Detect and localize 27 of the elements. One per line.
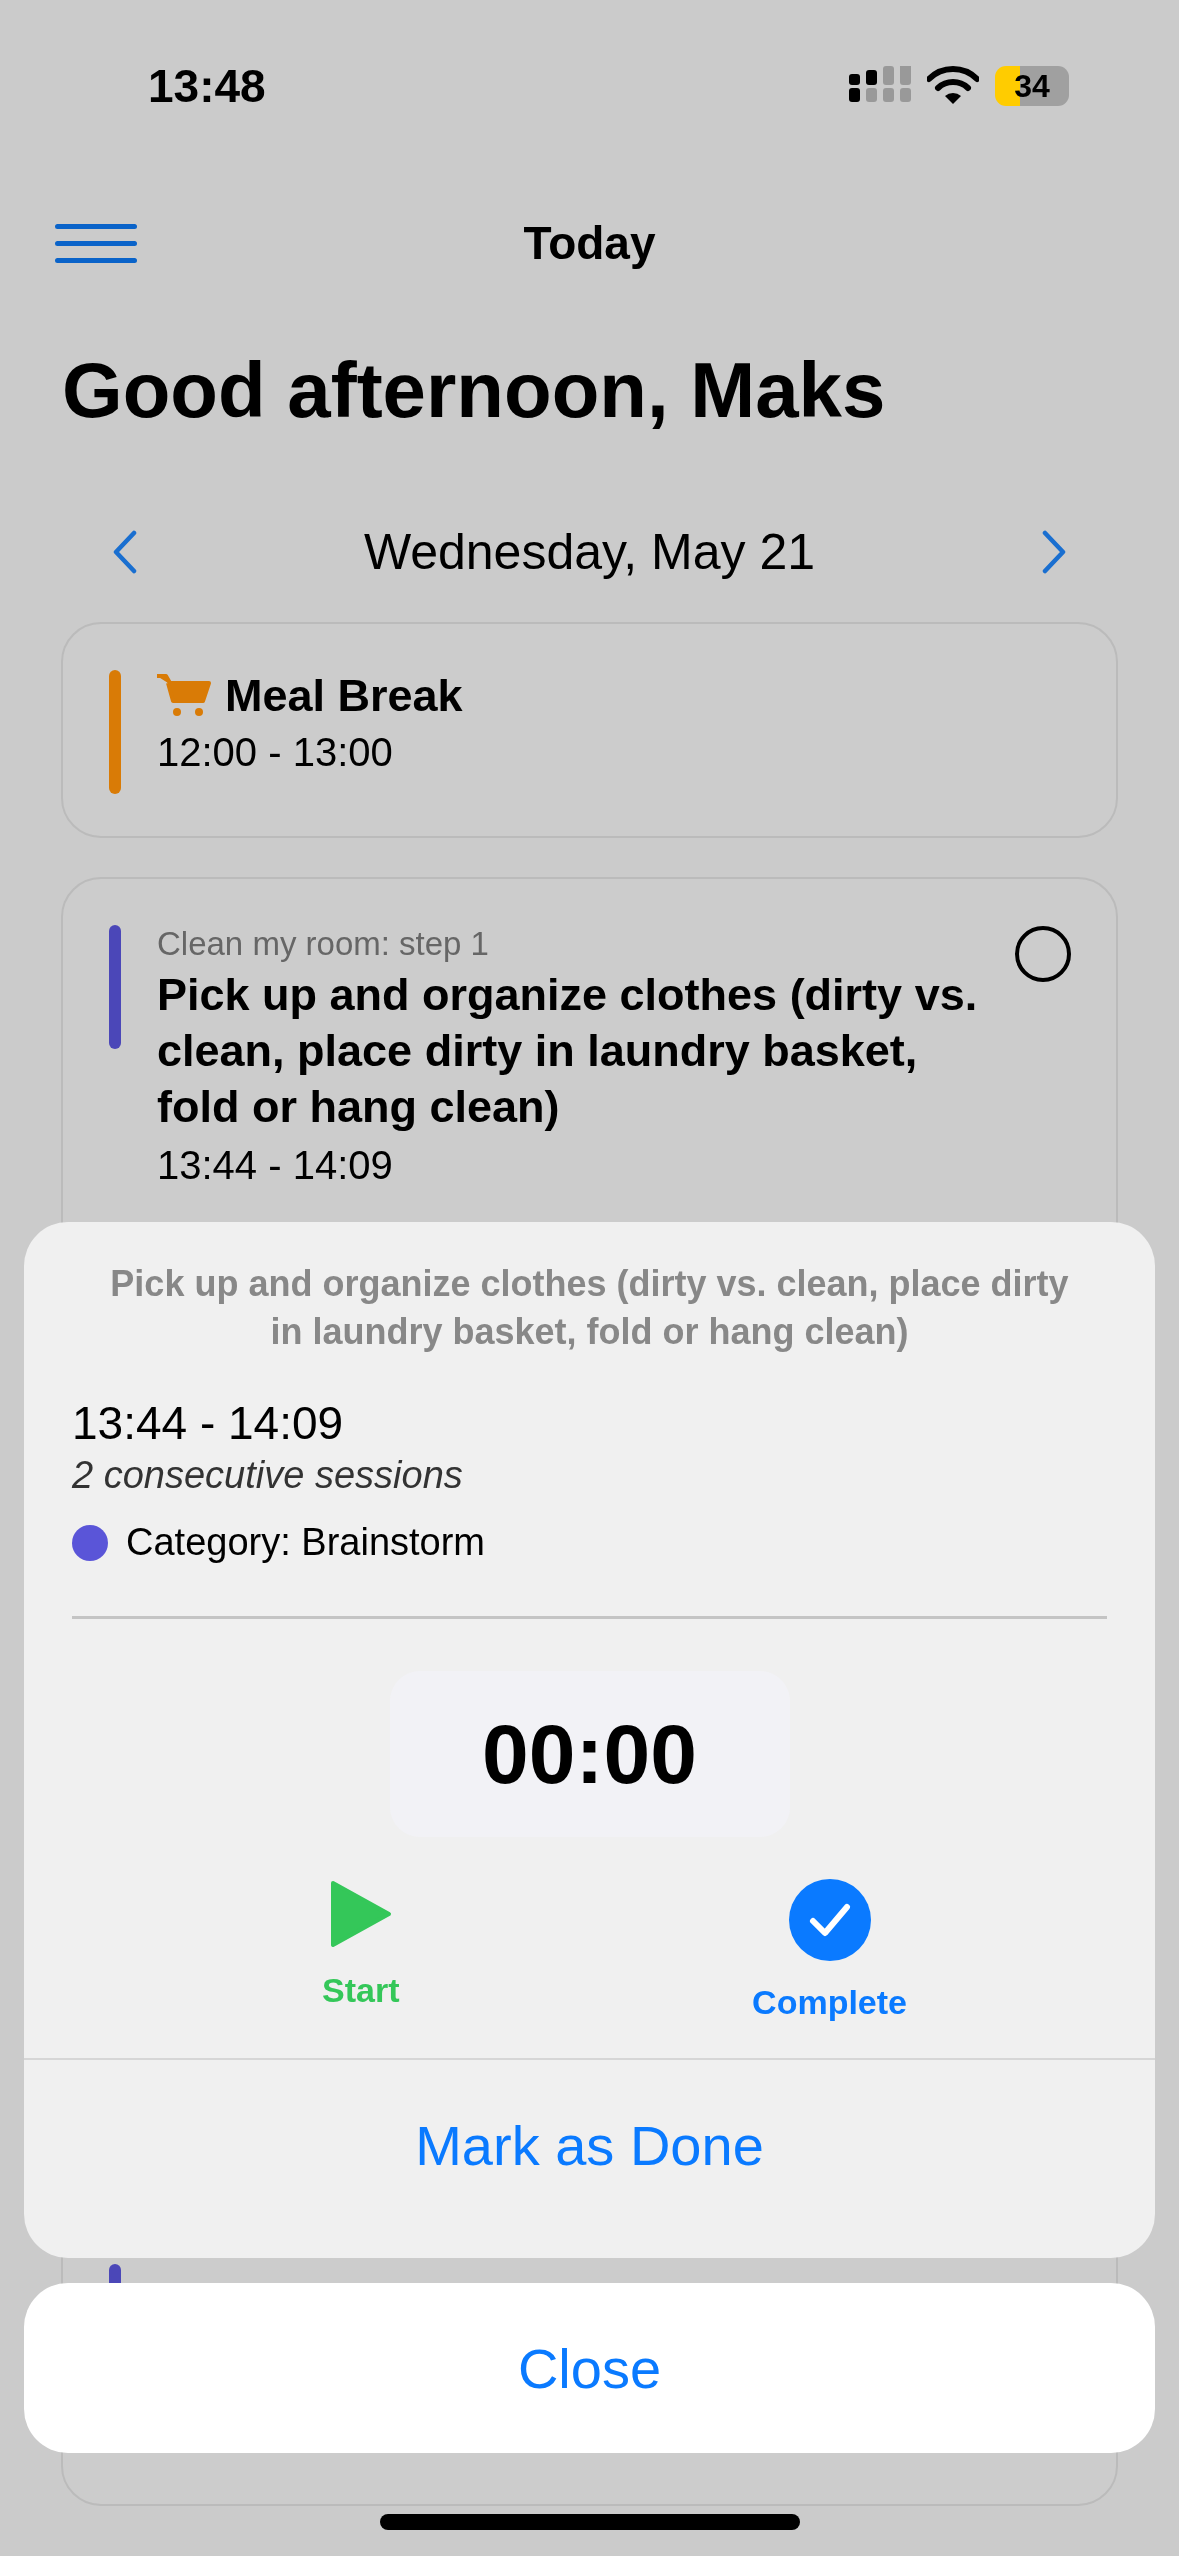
sessions-note: 2 consecutive sessions (72, 1454, 464, 1497)
mark-done-button[interactable]: Mark as Done (72, 2060, 1107, 2230)
chevron-left-icon[interactable] (112, 530, 138, 574)
card-title: Meal Break (225, 670, 463, 722)
time-range: 13:44 - 14:09 (157, 1143, 394, 1188)
date-label: Wednesday, May 21 (363, 523, 816, 581)
checkbox-circle[interactable] (1014, 925, 1072, 983)
schedule-card[interactable]: Meal Break 12:00 - 13:00 (61, 622, 1118, 838)
status-time: 13:48 (148, 59, 266, 113)
category-label: Category: Brainstorm (126, 1521, 485, 1564)
close-button[interactable]: Close (24, 2283, 1155, 2453)
wifi-icon (927, 66, 979, 106)
complete-button[interactable]: Complete (752, 1879, 907, 2022)
time-range: 12:00 - 13:00 (157, 730, 394, 775)
checkmark-circle-icon (788, 1879, 871, 1961)
sheet-title: Pick up and organize clothes (dirty vs. clean, place dirty in laundry basket, fold or hang clean) (109, 1262, 1070, 1354)
start-button[interactable]: Start (322, 1879, 400, 2022)
card-title: Pick up and organize clothes (dirty vs. clean, place dirty in laundry basket, fold or hang clean) (157, 968, 978, 1134)
greeting-heading: Good afternoon, Maks (61, 344, 887, 436)
card-subtitle: Clean my room: step 1 (157, 925, 490, 963)
cart-icon (157, 673, 211, 719)
screen-title: Today (523, 216, 656, 270)
timer-display: 00:00 (389, 1671, 790, 1837)
time-range: 13:44 - 14:09 (72, 1396, 345, 1450)
chevron-right-icon[interactable] (1041, 530, 1067, 574)
menu-icon[interactable] (55, 224, 137, 264)
play-icon (328, 1879, 393, 1949)
